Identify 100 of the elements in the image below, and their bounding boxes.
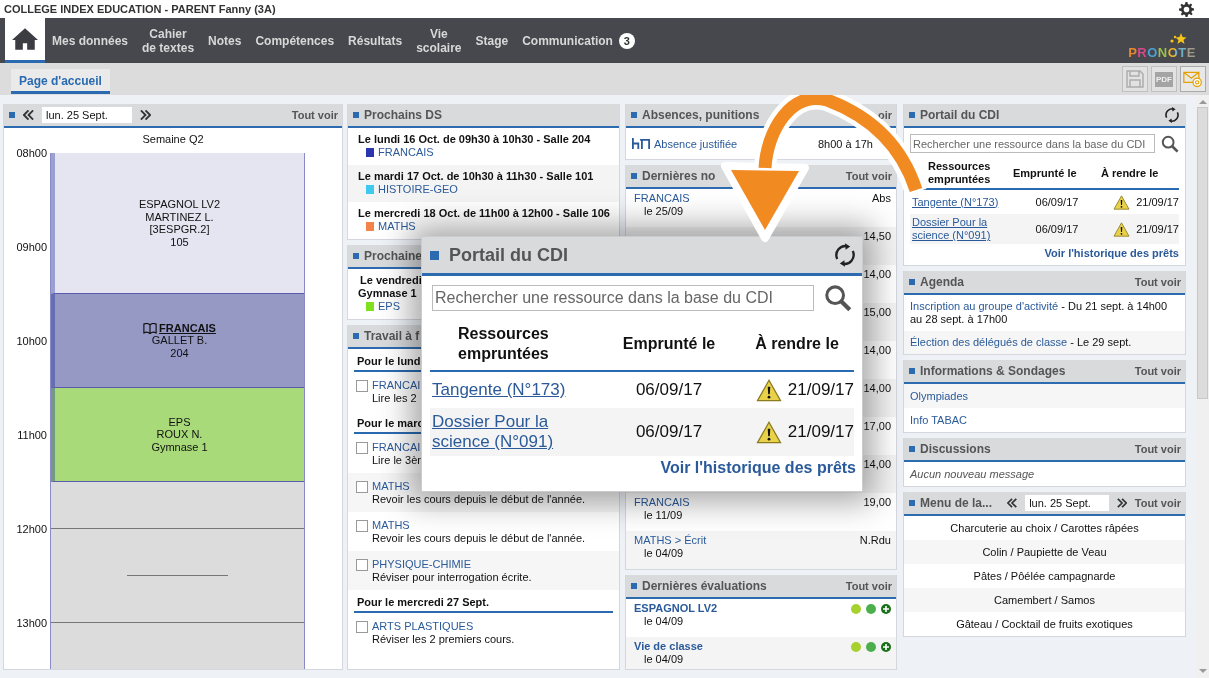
resource-link[interactable]: Tangente (N°173)	[430, 380, 598, 400]
checkbox[interactable]	[356, 380, 368, 392]
search-field[interactable]: Rechercher une ressource dans la base du CDI	[910, 134, 1156, 153]
previous-icon[interactable]	[1007, 498, 1018, 508]
subject-link[interactable]: Vie de classe	[634, 640, 703, 653]
borrowed-date: 06/09/17	[1034, 223, 1080, 235]
nav-item[interactable]: Vie scolaire	[409, 18, 469, 63]
previous-icon[interactable]	[23, 110, 34, 120]
subject-link[interactable]: FRANCAI	[372, 379, 421, 392]
date-field[interactable]: lun. 25 Sept.	[1025, 495, 1109, 511]
next-icon[interactable]	[140, 110, 151, 120]
absence-link[interactable]: Absence justifiée	[654, 137, 738, 150]
subject-link[interactable]: FRANCAIS	[378, 146, 434, 159]
homework-text: Réviser pour interrogation écrite.	[372, 571, 532, 584]
column-header: Ressources empruntées	[927, 160, 992, 186]
checkbox[interactable]	[356, 481, 368, 493]
refresh-icon[interactable]	[832, 242, 858, 268]
borrowed-date: 06/09/17	[634, 380, 704, 400]
subject-link[interactable]: HISTOIRE-GEO	[378, 183, 458, 196]
course-block[interactable]: ESPAGNOL LV2 MARTINEZ L. [3ESPGR.2] 105	[51, 153, 304, 294]
course-block[interactable]: FRANCAIS GALLET B. 204	[51, 294, 304, 388]
bullet-icon	[909, 500, 915, 506]
next-icon[interactable]	[1116, 498, 1127, 508]
event-date: Le vendredi	[359, 274, 422, 287]
hour-label: 09h00	[16, 241, 47, 253]
history-link[interactable]: Voir l'historique des prêts	[660, 459, 856, 476]
subject-link[interactable]: MATHS	[378, 220, 416, 233]
subject-link[interactable]: FRANCAI	[372, 441, 421, 454]
course-text: Gymnase 1	[151, 440, 208, 454]
grade-value: 19,00	[863, 496, 891, 510]
grade-value: 14,00	[863, 344, 891, 358]
homework-text: Lire les 2	[372, 392, 418, 405]
scrollbar-thumb[interactable]	[1197, 107, 1208, 399]
column-header: Ressources empruntées	[457, 324, 550, 364]
search-icon[interactable]	[824, 284, 852, 312]
panel-title: Travail à f	[364, 329, 420, 343]
hour-label: 11h00	[17, 429, 47, 441]
bullet-icon	[9, 112, 15, 118]
see-all-link[interactable]: Tout voir	[1134, 365, 1181, 377]
see-all-link[interactable]: Tout voir	[1134, 443, 1181, 455]
agenda-link[interactable]: Inscription au groupe d'activité	[910, 300, 1059, 312]
homework-text: Réviser les 2 premiers cours.	[372, 633, 515, 646]
scrollbar[interactable]	[1196, 95, 1209, 678]
subject-link[interactable]: FRANCAIS	[634, 192, 690, 205]
absence-time: 8h00 à 17h	[817, 137, 874, 150]
resource-link[interactable]: Dossier Pour la science (N°091)	[430, 412, 598, 452]
see-all-link[interactable]: Tout voir	[1134, 276, 1181, 288]
resource-link[interactable]: Dossier Pour la science (N°091)	[910, 216, 1013, 242]
desk-icon	[632, 137, 650, 150]
nav-item[interactable]: Compétences	[248, 18, 342, 63]
news-link[interactable]: Olympiades	[910, 390, 969, 402]
subject-link[interactable]: PHYSIQUE-CHIMIE	[372, 558, 532, 571]
event-place: Gymnase 1	[358, 287, 417, 300]
checkbox[interactable]	[356, 621, 368, 633]
nav-item[interactable]: Notes	[201, 18, 249, 63]
history-link[interactable]: Voir l'historique des prêts	[1044, 247, 1179, 259]
home-tab[interactable]	[5, 18, 45, 63]
see-all-link[interactable]: Tout voir	[291, 109, 338, 121]
course-block[interactable]: EPS ROUX N. Gymnase 1	[51, 388, 304, 482]
subject-link[interactable]: MATHS	[372, 519, 586, 532]
subject-link[interactable]: ARTS PLASTIQUES	[372, 620, 515, 633]
see-all-link[interactable]: Tout voir	[845, 170, 892, 182]
due-date-heading: Pour le lund	[357, 355, 421, 367]
plus-icon[interactable]	[881, 603, 891, 614]
nav-item[interactable]: Résultats	[341, 18, 410, 63]
nav-item[interactable]: Mes données	[45, 18, 136, 63]
subject-link[interactable]: ESPAGNOL LV2	[634, 602, 718, 615]
see-all-link[interactable]: oir	[877, 109, 892, 121]
nav-item[interactable]: Communication 3	[515, 18, 642, 63]
course-text: [3ESPGR.2]	[149, 223, 210, 236]
due-date: 21/09/17	[787, 380, 854, 400]
agenda-link[interactable]: Élection des délégués de classe	[910, 336, 1068, 348]
search-icon[interactable]	[1161, 134, 1179, 153]
course-text: EPS	[168, 415, 191, 429]
checkbox[interactable]	[356, 520, 368, 532]
menu-dish: Camembert / Samos	[994, 594, 1095, 606]
panel-title: Prochains DS	[364, 108, 443, 122]
hour-label: 10h00	[16, 335, 47, 347]
subject-link[interactable]: FRANCAIS	[634, 496, 690, 509]
subject-link[interactable]: MATHS > Écrit	[634, 534, 707, 547]
subject-link[interactable]: EPS	[378, 300, 400, 313]
grade-value: 14,50	[863, 230, 891, 244]
news-link[interactable]: Info TABAC	[910, 414, 968, 426]
see-all-link[interactable]: Tout voir	[845, 580, 892, 592]
resource-link[interactable]: Tangente (N°173)	[910, 195, 1013, 209]
nav-item[interactable]: Cahier de textes	[135, 18, 202, 63]
grade-value: 14,00	[863, 458, 891, 472]
date-field[interactable]: lun. 25 Sept.	[42, 107, 132, 123]
bullet-icon	[909, 368, 915, 374]
plus-icon[interactable]	[881, 641, 891, 652]
window-title: COLLEGE INDEX EDUCATION - PARENT Fanny (3A)	[4, 3, 277, 15]
checkbox[interactable]	[356, 559, 368, 571]
settings-icon[interactable]	[1179, 1, 1194, 17]
search-field[interactable]: Rechercher une ressource dans la base du CDI	[432, 285, 815, 311]
course-text: ROUX N.	[156, 428, 203, 441]
refresh-icon[interactable]	[1163, 106, 1181, 124]
checkbox[interactable]	[356, 442, 368, 454]
see-all-link[interactable]: Tout voir	[1134, 497, 1181, 509]
page-tab[interactable]: Page d'accueil	[11, 68, 110, 94]
nav-item[interactable]: Stage	[468, 18, 516, 63]
